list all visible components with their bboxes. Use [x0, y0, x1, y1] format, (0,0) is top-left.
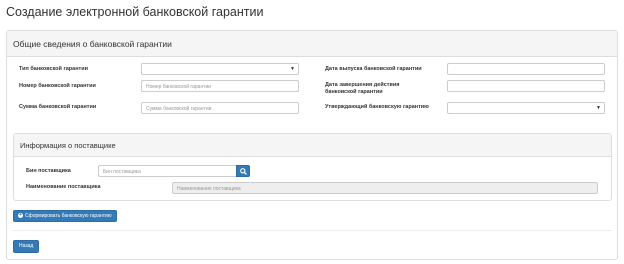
- supplier-search-button[interactable]: [236, 165, 250, 177]
- chevron-down-icon: ▼: [290, 66, 295, 72]
- generate-guarantee-label: Сформировать банковскую гарантию: [25, 213, 112, 219]
- supplier-bin-input[interactable]: Бин поставщика: [98, 165, 237, 177]
- page-title: Создание электронной банковской гарантии: [6, 5, 264, 19]
- end-date-label-line2: банковской гарантии: [325, 89, 383, 95]
- plus-circle-icon: +: [18, 212, 23, 219]
- guarantee-sum-input[interactable]: Сумма банковской гарантии: [141, 102, 299, 114]
- supplier-title: Информация о поставщике: [20, 141, 116, 150]
- guarantee-sum-placeholder: Сумма банковской гарантии: [146, 105, 212, 112]
- guarantee-sum-label: Сумма банковской гарантии: [19, 104, 97, 110]
- end-date-input[interactable]: [447, 80, 605, 92]
- chevron-down-icon: ▼: [596, 105, 601, 111]
- guarantee-number-placeholder: Номер банковской гарантии: [146, 83, 212, 90]
- search-icon: [240, 168, 247, 175]
- guarantee-number-input[interactable]: Номер банковской гарантии: [141, 80, 299, 92]
- approver-label: Утверждающий банковскую гарантию: [325, 104, 429, 110]
- supplier-bin-placeholder: Бин поставщика: [103, 168, 141, 175]
- guarantee-number-label: Номер банковской гарантии: [19, 83, 96, 89]
- guarantee-type-label: Тип банковской гарантии: [19, 66, 88, 72]
- supplier-bin-label: Бин поставщика: [26, 168, 71, 174]
- general-info-heading: Общие сведения о банковской гарантии: [7, 31, 617, 57]
- actions-divider: [12, 230, 612, 231]
- end-date-label: Дата завершения действия банковской гара…: [325, 82, 399, 96]
- supplier-name-label: Наименование поставщика: [26, 184, 101, 190]
- supplier-name-input[interactable]: Наименование поставщика: [172, 182, 598, 194]
- generate-guarantee-button[interactable]: + Сформировать банковскую гарантию: [13, 210, 117, 222]
- guarantee-type-select[interactable]: ▼: [141, 63, 299, 75]
- supplier-name-placeholder: Наименование поставщика: [177, 185, 241, 192]
- approver-select[interactable]: ▼: [447, 102, 605, 114]
- issue-date-input[interactable]: [447, 63, 605, 75]
- back-button[interactable]: Назад: [13, 240, 40, 253]
- general-info-title: Общие сведения о банковской гарантии: [13, 39, 172, 49]
- end-date-label-line1: Дата завершения действия: [325, 82, 400, 88]
- supplier-heading: Информация о поставщике: [14, 134, 611, 157]
- issue-date-label: Дата выпуска банковской гарантии: [325, 66, 422, 72]
